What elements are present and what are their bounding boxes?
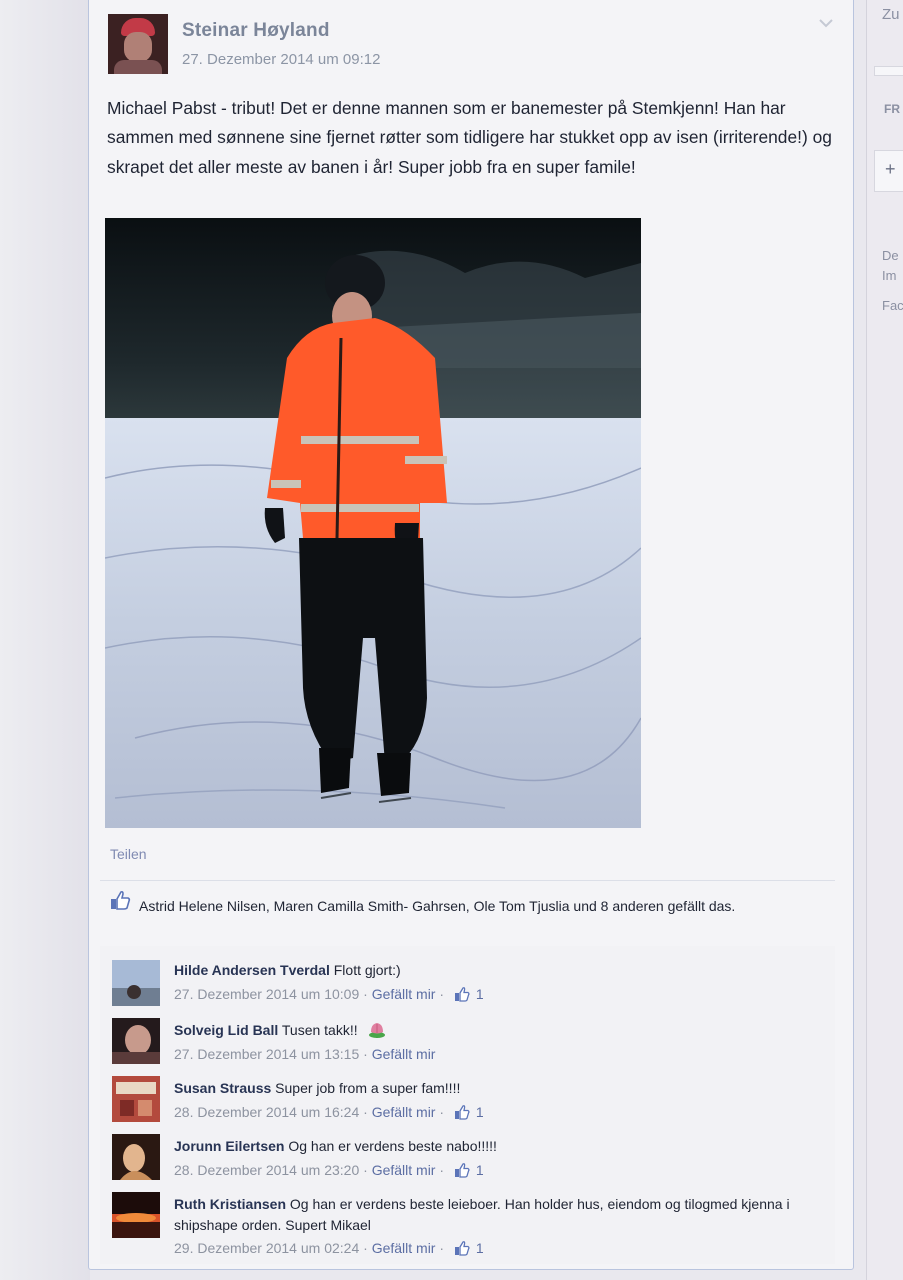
comment-author[interactable]: Jorunn Eilertsen bbox=[174, 1138, 284, 1154]
comment-like-button[interactable]: Gefällt mir bbox=[372, 986, 436, 1002]
post-text: Michael Pabst - tribut! Det er denne man… bbox=[107, 98, 832, 177]
comment-timestamp[interactable]: 27. Dezember 2014 um 10:09 bbox=[174, 986, 359, 1002]
meta-separator: · bbox=[363, 1240, 368, 1256]
like-count[interactable]: 1 bbox=[476, 1162, 484, 1178]
comment-like-button[interactable]: Gefällt mir bbox=[372, 1162, 436, 1178]
post-timestamp[interactable]: 27. Dezember 2014 um 09:12 bbox=[182, 51, 380, 68]
comment-timestamp[interactable]: 29. Dezember 2014 um 02:24 bbox=[174, 1240, 359, 1256]
comment-avatar[interactable] bbox=[112, 1134, 160, 1180]
comment-avatar[interactable] bbox=[112, 1192, 160, 1238]
sidebar-section-label: FR bbox=[884, 102, 900, 116]
comment-meta: 27. Dezember 2014 um 10:09 · Gefällt mir… bbox=[174, 986, 484, 1002]
divider bbox=[100, 880, 835, 881]
comment-meta: 27. Dezember 2014 um 13:15 · Gefällt mir bbox=[174, 1046, 435, 1062]
like-count[interactable]: 1 bbox=[476, 986, 484, 1002]
comment-author[interactable]: Hilde Andersen Tverdal bbox=[174, 962, 330, 978]
share-link[interactable]: Teilen bbox=[110, 846, 147, 862]
comment-body: Solveig Lid Ball Tusen takk!! bbox=[174, 1020, 814, 1041]
screen-bezel-left bbox=[0, 0, 90, 1280]
comment-avatar[interactable] bbox=[112, 960, 160, 1006]
comment-like-button[interactable]: Gefällt mir bbox=[372, 1240, 436, 1256]
like-count-icon bbox=[454, 1241, 470, 1256]
chevron-down-icon[interactable] bbox=[818, 18, 834, 28]
meta-separator: · bbox=[439, 986, 445, 1002]
sidebar-top-label[interactable]: Zu bbox=[882, 6, 900, 23]
comment-timestamp[interactable]: 27. Dezember 2014 um 13:15 bbox=[174, 1046, 359, 1062]
like-count[interactable]: 1 bbox=[476, 1240, 484, 1256]
comment-text: Tusen takk!! bbox=[281, 1022, 358, 1038]
comment-like-button[interactable]: Gefällt mir bbox=[372, 1104, 436, 1120]
comment-avatar[interactable] bbox=[112, 1018, 160, 1064]
like-thumb-icon bbox=[111, 890, 131, 910]
plus-icon: + bbox=[885, 159, 896, 179]
post-author-name[interactable]: Steinar Høyland bbox=[182, 20, 330, 42]
meta-separator: · bbox=[363, 1162, 368, 1178]
like-count-icon bbox=[454, 1163, 470, 1178]
sidebar-box bbox=[874, 66, 903, 76]
comment-timestamp[interactable]: 28. Dezember 2014 um 23:20 bbox=[174, 1162, 359, 1178]
comment-text: Flott gjort:) bbox=[333, 962, 401, 978]
sidebar-add-button[interactable]: + bbox=[874, 150, 903, 192]
comment-meta: 28. Dezember 2014 um 16:24 · Gefällt mir… bbox=[174, 1104, 484, 1120]
sidebar-footer-link[interactable]: De bbox=[882, 248, 899, 263]
sidebar-footer-link[interactable]: Fac bbox=[882, 298, 903, 313]
comment-meta: 29. Dezember 2014 um 02:24 · Gefällt mir… bbox=[174, 1240, 484, 1256]
comment-avatar[interactable] bbox=[112, 1076, 160, 1122]
meta-separator: · bbox=[439, 1162, 445, 1178]
comment-like-button[interactable]: Gefällt mir bbox=[372, 1046, 436, 1062]
meta-separator: · bbox=[363, 986, 368, 1002]
right-sidebar bbox=[866, 0, 903, 1280]
like-count-icon bbox=[454, 987, 470, 1002]
sidebar-footer-link[interactable]: Im bbox=[882, 268, 896, 283]
comment-body: Jorunn Eilertsen Og han er verdens beste… bbox=[174, 1136, 814, 1157]
meta-separator: · bbox=[363, 1046, 368, 1062]
comment-text: Og han er verdens beste nabo!!!!! bbox=[288, 1138, 497, 1154]
meta-separator: · bbox=[363, 1104, 368, 1120]
flower-emoji-icon bbox=[368, 1023, 385, 1038]
comment-body: Susan Strauss Super job from a super fam… bbox=[174, 1078, 814, 1099]
comment-author[interactable]: Susan Strauss bbox=[174, 1080, 271, 1096]
comment-meta: 28. Dezember 2014 um 23:20 · Gefällt mir… bbox=[174, 1162, 484, 1178]
comment-author[interactable]: Ruth Kristiansen bbox=[174, 1196, 286, 1212]
like-count[interactable]: 1 bbox=[476, 1104, 484, 1120]
meta-separator: · bbox=[439, 1240, 445, 1256]
comment-author[interactable]: Solveig Lid Ball bbox=[174, 1022, 278, 1038]
comment-text: Super job from a super fam!!!! bbox=[275, 1080, 461, 1096]
comment-timestamp[interactable]: 28. Dezember 2014 um 16:24 bbox=[174, 1104, 359, 1120]
likes-summary[interactable]: Astrid Helene Nilsen, Maren Camilla Smit… bbox=[139, 896, 829, 917]
comment-body: Ruth Kristiansen Og han er verdens beste… bbox=[174, 1194, 814, 1236]
author-avatar[interactable] bbox=[108, 14, 168, 74]
comment-body: Hilde Andersen Tverdal Flott gjort:) bbox=[174, 960, 814, 981]
meta-separator: · bbox=[439, 1104, 445, 1120]
comments-list: Hilde Andersen Tverdal Flott gjort:) 27.… bbox=[100, 946, 835, 1264]
like-count-icon bbox=[454, 1105, 470, 1120]
post-photo[interactable] bbox=[105, 218, 641, 828]
